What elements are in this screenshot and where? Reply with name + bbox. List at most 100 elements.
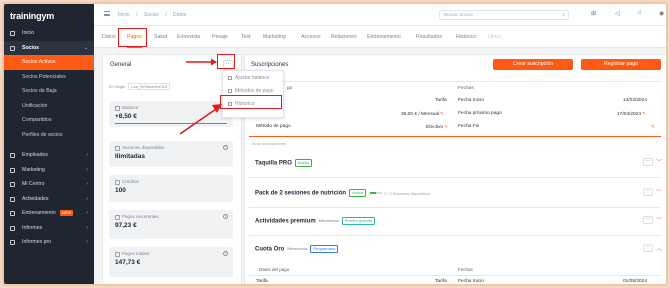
stat-card: Pagos recurrentes 97,23 € i — [109, 210, 233, 239]
megaphone-icon[interactable]: ◁ — [615, 10, 620, 17]
adjust-balance-item[interactable]: Ajustar balance — [228, 75, 269, 81]
edit-end-date-icon[interactable]: ✎ — [650, 124, 655, 130]
tab-accesos[interactable]: Accesos — [301, 26, 321, 48]
register-payment-button[interactable]: Registrar pago — [581, 59, 661, 70]
info-icon[interactable]: i — [223, 251, 228, 256]
sidebar-item-label: Socios — [22, 44, 40, 51]
home-icon — [10, 31, 15, 36]
breadcrumb-item: Datos — [173, 12, 187, 18]
price-value: 35,00 € / Mensual✎ — [401, 111, 444, 117]
subscription-name: Actividades premium — [255, 218, 316, 225]
price-amount: 35,00 € / Mensual — [401, 112, 440, 117]
sidebar-item-perfiles-de-socios[interactable]: Perfiles de socios — [4, 128, 94, 143]
subscription-name: Pack de 2 sesiones de nutrición — [255, 190, 347, 197]
tab-hist-rico[interactable]: Histórico — [456, 26, 476, 48]
chevron-right-icon: › — [86, 224, 88, 231]
sidebar-item-informes[interactable]: Informes › — [4, 221, 94, 236]
tab-relaciones[interactable]: Relaciones — [331, 26, 357, 48]
highlight-pagos-tab — [118, 28, 147, 47]
sidebar-item-entrenamiento[interactable]: Entrenamiento NEW › — [4, 206, 94, 221]
bottom-tarifa-label-2: Tarifa — [435, 279, 447, 284]
breadcrumb-item[interactable]: Inicio — [118, 12, 130, 18]
sidebar-item-socios-potenciales[interactable]: Socios Potenciales — [4, 70, 94, 85]
tab-otros[interactable]: Otros — [488, 26, 501, 48]
card-icon — [228, 88, 232, 93]
create-subscription-button[interactable]: Crear suscripción — [493, 59, 573, 70]
row-options-button[interactable]: ··· — [643, 244, 653, 252]
row-options-button[interactable]: ··· — [643, 188, 653, 196]
sidebar-item-socios[interactable]: Socios ⌄ — [4, 40, 94, 55]
tab-entrenamiento[interactable]: Entrenamiento — [367, 26, 401, 48]
row-options-button[interactable]: ··· — [643, 158, 653, 166]
menu-toggle-icon[interactable] — [104, 11, 110, 16]
sidebar-item-compartidos[interactable]: Compartidos — [4, 113, 94, 128]
chevron-down-icon[interactable]: ﹀ — [656, 188, 662, 196]
app-logo: trainingym — [10, 11, 55, 21]
row-options-button[interactable]: ··· — [643, 216, 653, 224]
building-icon — [10, 182, 15, 187]
tab-pesaje[interactable]: Pesaje — [212, 26, 228, 48]
notification-bell-icon[interactable]: ♫ — [637, 10, 642, 16]
payment-method-label: Método de pago — [256, 124, 291, 129]
subscription-item[interactable]: Actividades premium Membresía Prueba gratu… — [255, 217, 376, 225]
sidebar-item-socios-activos[interactable]: Socios Activos — [4, 55, 94, 70]
general-title: General — [110, 62, 132, 68]
users-icon — [10, 45, 15, 51]
tab-salud[interactable]: Salud — [154, 26, 167, 48]
stat-card: Sesiones disponibles Ilimitadas i — [109, 141, 233, 167]
sidebar-item-mi-centro[interactable]: Mi Centro › — [4, 177, 94, 192]
calendar-icon — [10, 196, 15, 202]
sidebar-item-marketing[interactable]: Marketing › — [4, 163, 94, 178]
dates-header: Fechas — [458, 86, 474, 91]
breadcrumb-item[interactable]: Socios — [144, 12, 159, 18]
employee-icon — [10, 153, 15, 158]
sidebar-item-empleados[interactable]: Empleados › — [4, 148, 94, 163]
new-badge: NEW — [59, 209, 74, 216]
subscription-item[interactable]: Cuota Oro Membresía Programado — [255, 245, 339, 253]
sidebar-item-label: Entrenamiento — [22, 210, 56, 216]
tab-datos[interactable]: Datos — [102, 26, 116, 48]
id-value[interactable]: Lsa_f3f9d4dcfbe1c3 — [128, 83, 171, 90]
edit-method-icon[interactable]: ✎ — [444, 124, 448, 129]
sidebar-item-informes-pro[interactable]: Informes pro › — [4, 235, 94, 250]
sidebar-item-actividades[interactable]: Actividades › — [4, 192, 94, 207]
chevron-up-icon[interactable]: ︿ — [656, 244, 662, 252]
sidebar-item-inicio[interactable]: Inicio — [4, 26, 94, 41]
tab-bar: Datos Pagos Salud Entrevista Pesaje Test Marke… — [94, 26, 666, 48]
tab-test[interactable]: Test — [241, 26, 251, 48]
sidebar-item-label: Socios de Baja — [22, 88, 57, 94]
sidebar-item-socios-de-baja[interactable]: Socios de Baja — [4, 84, 94, 99]
divider — [249, 207, 661, 208]
user-avatar-icon[interactable]: ◉ — [659, 10, 664, 17]
subscription-item[interactable]: Pack de 2 sesiones de nutrición Activa 2 /… — [255, 189, 430, 197]
payment-methods-item[interactable]: Métodos de pago — [228, 88, 274, 94]
tab-resultados[interactable]: Resultados — [416, 26, 442, 48]
chevron-down-icon[interactable]: ﹀ — [656, 158, 662, 166]
sidebar-item-unificaci-n[interactable]: Unificación — [4, 99, 94, 114]
payment-methods-label: Métodos de pago — [235, 88, 274, 94]
stat-label: Sesiones disponibles — [115, 145, 227, 151]
divider — [249, 235, 661, 236]
megaphone-icon — [10, 167, 15, 173]
tab-entrevista[interactable]: Entrevista — [177, 26, 200, 48]
edit-date-icon[interactable]: ✎ — [642, 111, 646, 116]
payment-method-text: Efectivo — [426, 125, 444, 130]
tab-marketing[interactable]: Marketing — [263, 26, 286, 48]
chevron-down-icon[interactable]: ﹀ — [656, 216, 662, 224]
stat-label: Créditos — [115, 179, 227, 185]
sessions-progress — [369, 192, 382, 194]
search-icon[interactable]: ⌕ — [562, 11, 565, 19]
subscription-divider — [249, 136, 661, 137]
subscription-item[interactable]: Taquilla PRO Activa — [255, 159, 312, 167]
info-icon[interactable]: i — [223, 214, 228, 219]
grid-icon[interactable]: ⊞ — [591, 10, 596, 17]
sidebar: trainingym Inicio Socios ⌄ Socios Activos So… — [4, 4, 94, 284]
info-icon[interactable]: i — [223, 145, 228, 150]
stat-label: Pagos recurrentes — [115, 214, 227, 220]
search-input[interactable]: Buscar Socios ⌕ — [439, 10, 569, 20]
general-panel: General ··· ID Single Lsa_f3f9d4dcfbe1c3… — [102, 54, 242, 284]
adjust-balance-label: Ajustar balance — [235, 75, 270, 81]
subscription-name: Taquilla PRO — [255, 160, 292, 167]
edit-price-icon[interactable]: ✎ — [440, 111, 444, 116]
next-payment-date: 17/04/2024 — [617, 112, 642, 117]
